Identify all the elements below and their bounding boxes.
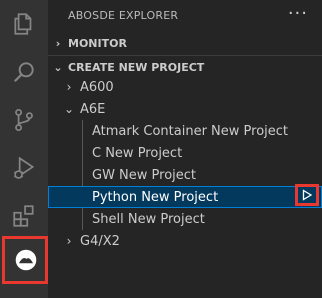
run-create-project-button[interactable] [295,184,319,206]
abosde-explorer-panel: ABOSDE EXPLORER ··· › MONITOR ⌄ CREATE N… [48,0,322,298]
files-icon [14,13,32,35]
more-actions-icon[interactable]: ··· [288,3,308,24]
tree-item-gw-new-project[interactable]: GW New Project [48,164,322,186]
tree-item-a6e[interactable]: ⌄ A6E [48,98,322,120]
tree-item-atmark-container-new-project[interactable]: Atmark Container New Project [48,120,322,142]
tree-item-label: G4/X2 [80,233,120,249]
section-label: MONITOR [68,36,127,50]
chevron-right-icon: › [55,36,61,50]
chevron-down-icon: ⌄ [53,60,63,74]
tree-item-label: A6E [80,101,106,117]
tree-item-a600[interactable]: › A600 [48,76,322,98]
extensions-button[interactable] [0,192,48,240]
activity-bar [0,0,48,298]
tree-item-c-new-project[interactable]: C New Project [48,142,322,164]
chevron-right-icon: › [66,80,72,94]
abosde-icon [15,249,37,271]
tree-item-label: C New Project [92,145,183,161]
play-icon [302,189,313,201]
tree-item-label: Shell New Project [92,211,205,227]
tree-item-g4-x2[interactable]: › G4/X2 [48,230,322,252]
search-icon [14,62,34,82]
tree-item-label: Python New Project [92,189,219,205]
source-control-button[interactable] [0,96,48,144]
section-monitor[interactable]: › MONITOR [48,32,322,54]
tree-item-shell-new-project[interactable]: Shell New Project [48,208,322,230]
tree-item-python-new-project[interactable]: Python New Project [48,184,322,208]
tree-item-label: A600 [80,79,114,95]
explorer-button[interactable] [0,0,48,48]
source-control-icon [15,108,33,132]
panel-title: ABOSDE EXPLORER [68,9,179,22]
tree-item-label: Atmark Container New Project [92,123,289,139]
section-label: CREATE NEW PROJECT [68,60,205,74]
run-debug-icon [14,156,35,179]
search-button[interactable] [0,48,48,96]
chevron-right-icon: › [66,234,72,248]
abosde-button[interactable] [2,236,48,284]
run-debug-button[interactable] [0,144,48,192]
tree-item-label: GW New Project [92,167,197,183]
section-create-new-project[interactable]: ⌄ CREATE NEW PROJECT [48,56,322,78]
chevron-down-icon: ⌄ [63,102,75,116]
extensions-icon [13,205,34,227]
